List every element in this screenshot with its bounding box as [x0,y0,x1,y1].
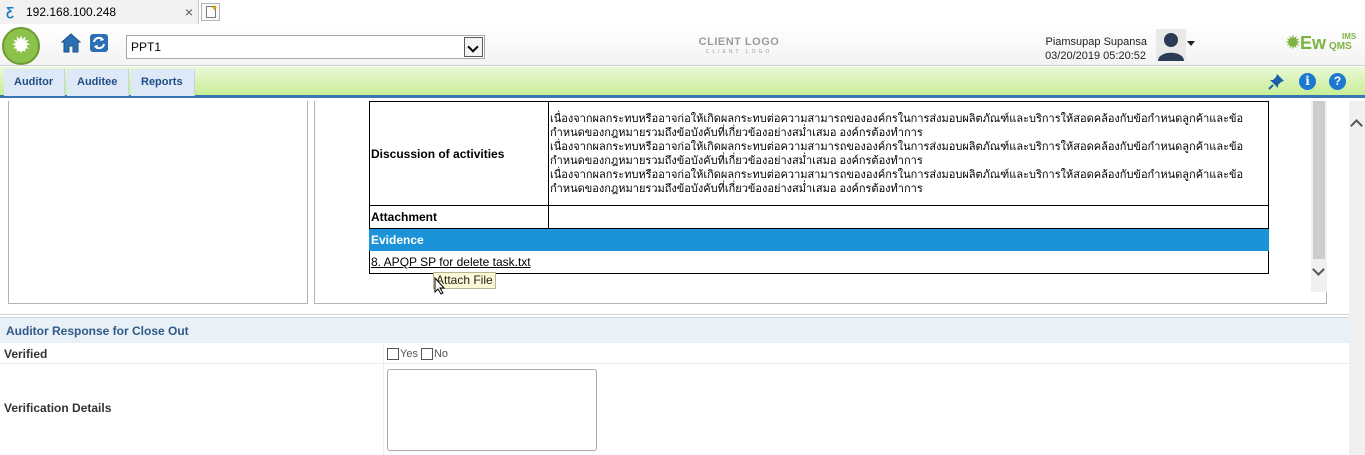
brand-star-icon: ✹ [1285,33,1301,54]
menu-auditee[interactable]: Auditee [67,69,129,96]
discussion-line: กำหนดของกฎหมายรวมถึงข้อบังคับที่เกี่ยวข้… [550,154,923,167]
verified-yes-label[interactable]: Yes [400,348,418,360]
mouse-cursor-icon [434,277,446,295]
user-avatar-icon[interactable] [1156,29,1186,61]
main-content: Discussion of activities เนื่องจากผลกระท… [0,101,1349,455]
table-row: 8. APQP SP for delete task.txt [369,250,1269,274]
site-favicon-icon: Ƹ [6,4,14,19]
browser-tab-title: 192.168.100.248 [26,5,117,19]
left-panel [8,101,308,304]
help-icon[interactable]: ? [1329,73,1346,90]
info-icon[interactable]: i [1299,73,1316,90]
home-icon[interactable] [60,32,82,54]
main-menu-bar: Auditor Auditee Reports i ? [0,67,1365,98]
verified-row: Verified Yes No [0,344,1349,364]
brand-ims: IMS [1342,32,1357,41]
verified-yes-checkbox[interactable] [387,348,399,360]
attachment-value [548,205,1269,229]
scroll-up-arrow-icon[interactable] [1350,119,1363,132]
table-row: Evidence [369,228,1269,251]
menu-reports[interactable]: Reports [131,69,195,96]
divider [0,314,1349,315]
evidence-file-link[interactable]: 8. APQP SP for delete task.txt [371,255,531,269]
table-row: Discussion of activities เนื่องจากผลกระท… [369,101,1269,206]
scroll-down-arrow-icon[interactable] [1312,263,1325,276]
app-header: PPT1 CLIENT LOGO CLIENT LOGO Piamsupap S… [0,24,1365,66]
tab-close-icon[interactable]: × [185,4,193,20]
details-scrollbar[interactable] [1311,101,1327,292]
client-logo: CLIENT LOGO CLIENT LOGO [697,36,781,60]
verified-no-checkbox[interactable] [420,348,433,360]
verified-no-label[interactable]: No [434,348,448,360]
attachment-label: Attachment [369,205,549,229]
discussion-line: เนื่องจากผลกระทบหรืออาจก่อให้เกิดผลกระทบ… [550,140,1244,153]
verification-details-label: Verification Details [4,401,112,415]
discussion-value: เนื่องจากผลกระทบหรืออาจก่อให้เกิดผลกระทบ… [548,101,1269,206]
discussion-line: เนื่องจากผลกระทบหรืออาจก่อให้เกิดผลกระทบ… [550,112,1244,125]
brand-qms: QMS [1329,41,1352,52]
pin-icon[interactable] [1268,73,1285,90]
brand-ew: Ew [1300,33,1327,53]
details-scrollbar-thumb[interactable] [1313,101,1325,259]
page-scrollbar[interactable] [1349,101,1365,455]
ewqms-brand-logo: ✹ Ew IMS QMS [1285,32,1361,56]
client-logo-text: CLIENT LOGO [698,36,780,48]
discussion-label: Discussion of activities [369,101,549,206]
user-name: Piamsupap Supansa [1045,36,1147,48]
discussion-line: กำหนดของกฎหมายรวมถึงข้อบังคับที่เกี่ยวข้… [550,182,923,195]
client-logo-subtext: CLIENT LOGO [705,49,773,55]
organization-select-value: PPT1 [131,40,162,54]
browser-tab[interactable]: Ƹ 192.168.100.248 × [0,0,199,24]
verified-options: Yes No [387,348,451,360]
menu-auditor[interactable]: Auditor [4,69,65,96]
user-menu-caret-icon[interactable] [1187,41,1195,46]
refresh-icon[interactable] [89,33,109,53]
verified-label: Verified [4,347,48,361]
close-out-section-title: Auditor Response for Close Out [0,317,1349,343]
new-tab-icon: ✦ [206,3,218,18]
discussion-line: เนื่องจากผลกระทบหรืออาจก่อให้เกิดผลกระทบ… [550,168,1244,181]
sun-logo-icon[interactable] [2,27,40,65]
browser-tab-strip: Ƹ 192.168.100.248 × ✦ [0,0,1365,24]
login-datetime: 03/20/2019 05:20:52 [1045,50,1146,62]
discussion-line: กำหนดของกฎหมายรวมถึงข้อบังคับที่เกี่ยวข้… [550,126,923,139]
table-row: Attachment [369,205,1269,229]
evidence-header: Evidence [369,228,1269,251]
verification-details-textarea[interactable] [387,369,597,451]
finding-details-table: Discussion of activities เนื่องจากผลกระท… [369,101,1269,274]
organization-select[interactable]: PPT1 [126,35,485,59]
new-tab-button[interactable]: ✦ [201,3,220,21]
chevron-down-icon[interactable] [464,37,483,57]
verification-details-row: Verification Details [0,365,1349,455]
evidence-file-cell: 8. APQP SP for delete task.txt [369,250,1269,274]
